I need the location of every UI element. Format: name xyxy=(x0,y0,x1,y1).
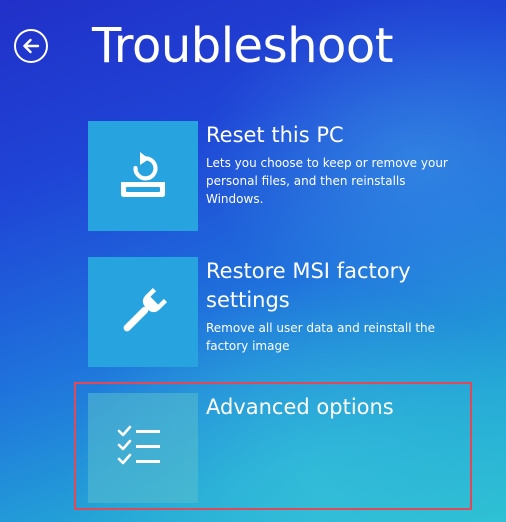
wrench-icon xyxy=(123,287,168,332)
restore-option-description: Remove all user data and reinstall the f… xyxy=(206,321,436,353)
restore-factory-option[interactable]: Restore MSI factory settings Remove all … xyxy=(88,257,460,367)
reset-pc-icon xyxy=(121,152,165,197)
restore-tile[interactable] xyxy=(88,257,198,367)
reset-this-pc-option[interactable]: Reset this PC Lets you choose to keep or… xyxy=(88,121,460,231)
reset-option-title: Reset this PC xyxy=(206,123,344,147)
back-button[interactable] xyxy=(14,29,48,63)
reset-option-description: Lets you choose to keep or remove your p… xyxy=(206,156,448,206)
restore-option-title: Restore MSI factory settings xyxy=(206,259,411,312)
back-arrow-icon xyxy=(23,38,40,54)
checklist-icon xyxy=(117,425,160,465)
advanced-options-option[interactable]: Advanced options xyxy=(88,393,460,503)
advanced-tile[interactable] xyxy=(88,393,198,503)
advanced-option-title: Advanced options xyxy=(206,395,394,419)
reset-tile[interactable] xyxy=(88,121,198,231)
page-title: Troubleshoot xyxy=(92,18,394,74)
